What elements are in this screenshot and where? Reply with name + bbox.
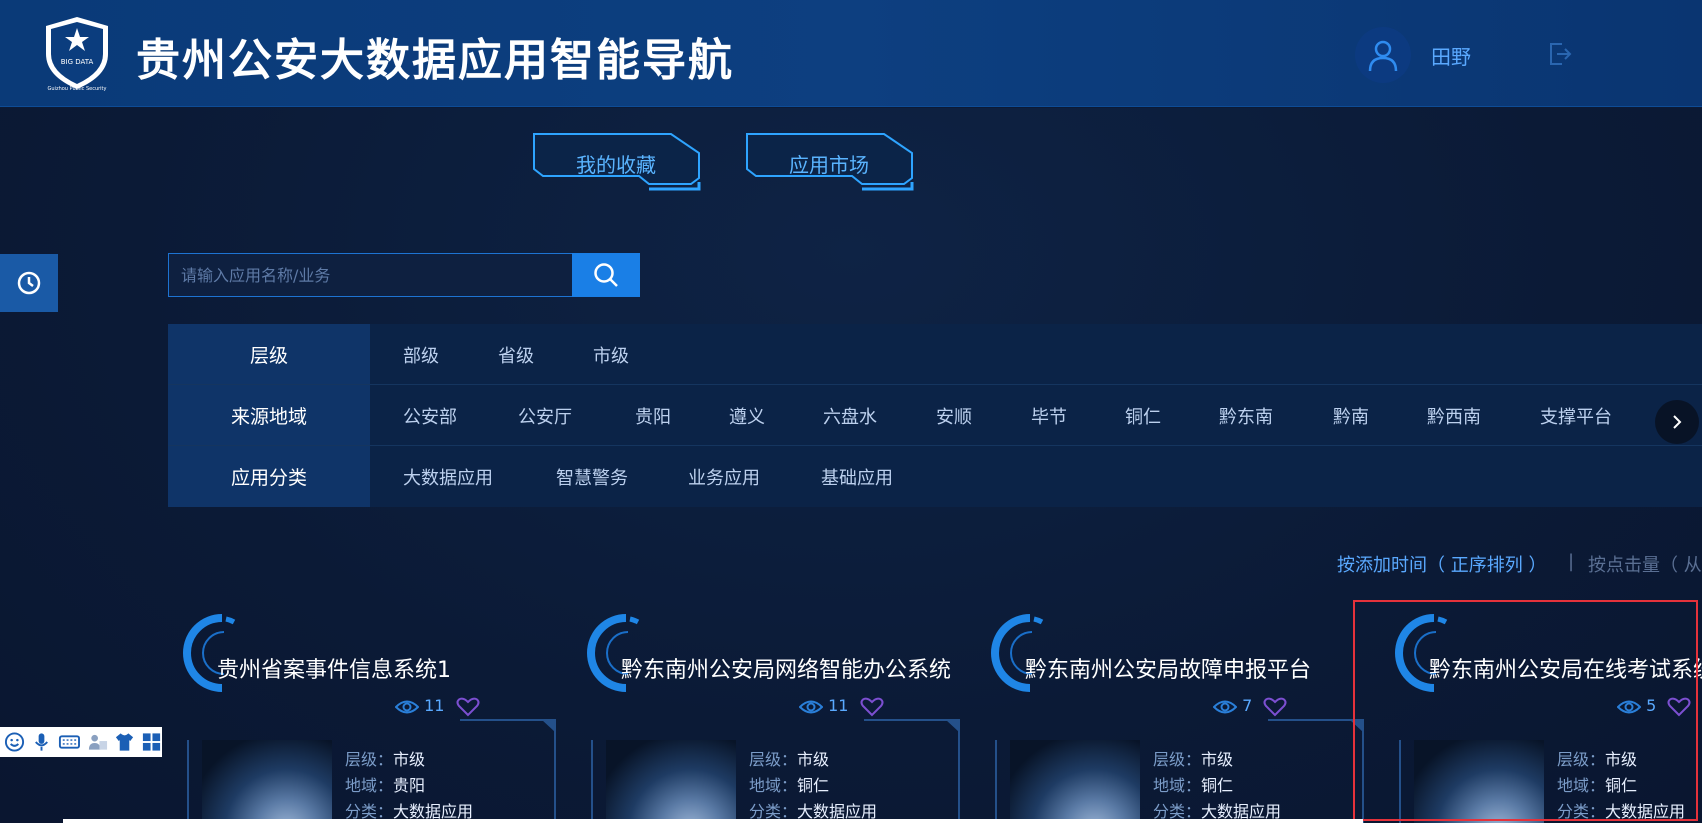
filter-label-level: 层级 <box>168 324 370 384</box>
app-card[interactable]: 黔东南州公安局网络智能办公系统 11 层级：市级 地域：铜仁 分类：大数据应用 <box>584 610 979 823</box>
smile-icon[interactable] <box>4 731 25 753</box>
app-title: 贵州公安大数据应用智能导航 <box>136 35 734 86</box>
filter-option[interactable]: 黔南 <box>1333 403 1369 429</box>
tab-app-market[interactable]: 应用市场 <box>744 131 924 195</box>
filter-option[interactable]: 支撑平台 <box>1540 403 1612 429</box>
filter-option[interactable]: 六盘水 <box>823 403 877 429</box>
search-icon <box>594 263 618 287</box>
filter-option[interactable]: 省级 <box>498 342 534 368</box>
card-region: 地域：铜仁 <box>749 776 830 795</box>
filter-option[interactable]: 贵阳 <box>635 403 671 429</box>
sort-by-clicks[interactable]: 按点击量（ 从 <box>1588 551 1702 577</box>
card-title[interactable]: 贵州省案事件信息系统1 <box>217 652 451 684</box>
svg-text:Guizhou Public Security: Guizhou Public Security <box>48 86 107 92</box>
app-card[interactable]: 黔东南州公安局故障申报平台 7 层级：市级 地域：铜仁 分类：大数据应用 <box>988 610 1383 823</box>
filter-row-level: 层级 部级 省级 市级 <box>168 324 1702 385</box>
tab-my-favorites[interactable]: 我的收藏 <box>531 131 711 195</box>
card-level: 层级：市级 <box>1153 750 1234 769</box>
filter-option[interactable]: 毕节 <box>1031 403 1067 429</box>
filter-row-region: 来源地域 公安部 公安厅 贵阳 遵义 六盘水 安顺 毕节 铜仁 黔东南 黔南 黔… <box>168 385 1702 446</box>
filter-option[interactable]: 基础应用 <box>821 464 893 490</box>
logout-icon[interactable] <box>1545 40 1573 68</box>
filter-option[interactable]: 黔东南 <box>1219 403 1273 429</box>
card-thumbnail <box>606 740 736 823</box>
chevron-right-icon <box>1673 415 1682 429</box>
ime-toolbar <box>0 727 162 757</box>
keyboard-icon[interactable] <box>58 731 81 753</box>
filter-option[interactable]: 遵义 <box>729 403 765 429</box>
selection-highlight <box>1353 600 1698 821</box>
card-region: 地域：铜仁 <box>1153 776 1234 795</box>
clock-icon <box>17 271 41 295</box>
filter-option[interactable]: 黔西南 <box>1427 403 1481 429</box>
top-header: BIG DATA Guizhou Public Security 贵州公安大数据… <box>0 0 1702 107</box>
police-badge-logo-icon: BIG DATA Guizhou Public Security <box>46 17 108 92</box>
filter-option[interactable]: 公安部 <box>403 403 457 429</box>
svg-text:BIG DATA: BIG DATA <box>61 58 94 66</box>
filter-option[interactable]: 部级 <box>403 342 439 368</box>
sort-separator: | <box>1568 551 1575 572</box>
filter-option[interactable]: 安顺 <box>936 403 972 429</box>
app-card[interactable]: 贵州省案事件信息系统1 11 层级：市级 地域：贵阳 分类：大数据应用 <box>180 610 575 823</box>
grid-menu-icon[interactable] <box>141 731 162 753</box>
filter-option[interactable]: 智慧警务 <box>556 464 628 490</box>
filter-option[interactable]: 业务应用 <box>688 464 760 490</box>
filter-row-category: 应用分类 大数据应用 智慧警务 业务应用 基础应用 <box>168 446 1702 507</box>
filter-option[interactable]: 大数据应用 <box>403 464 493 490</box>
filter-option[interactable]: 公安厅 <box>518 403 572 429</box>
tab-label: 我的收藏 <box>576 153 656 177</box>
user-name[interactable]: 田野 <box>1431 41 1471 70</box>
user-card-icon[interactable] <box>87 731 108 753</box>
card-thumbnail <box>202 740 332 823</box>
card-thumbnail <box>1010 740 1140 823</box>
bottom-divider <box>63 819 1363 823</box>
card-title[interactable]: 黔东南州公安局故障申报平台 <box>1025 652 1311 684</box>
filter-label-category: 应用分类 <box>168 446 370 507</box>
sort-by-add-time[interactable]: 按添加时间（ 正序排列 ） <box>1337 551 1546 577</box>
filter-option[interactable]: 市级 <box>593 342 629 368</box>
next-region-button[interactable] <box>1655 400 1699 444</box>
filter-label-region: 来源地域 <box>168 385 370 445</box>
card-title[interactable]: 黔东南州公安局网络智能办公系统 <box>621 652 951 684</box>
tab-label: 应用市场 <box>789 153 869 177</box>
filter-panel: 层级 部级 省级 市级 来源地域 公安部 公安厅 贵阳 遵义 六盘水 安顺 毕节… <box>168 324 1702 507</box>
card-region: 地域：贵阳 <box>345 776 426 795</box>
search-input[interactable] <box>168 253 573 297</box>
user-icon <box>1368 40 1398 72</box>
card-level: 层级：市级 <box>749 750 830 769</box>
history-button[interactable] <box>0 254 58 312</box>
filter-option[interactable]: 铜仁 <box>1125 403 1161 429</box>
user-avatar[interactable] <box>1355 27 1411 83</box>
card-level: 层级：市级 <box>345 750 426 769</box>
search-button[interactable] <box>572 253 640 297</box>
skin-shirt-icon[interactable] <box>114 731 135 753</box>
microphone-icon[interactable] <box>31 731 52 753</box>
